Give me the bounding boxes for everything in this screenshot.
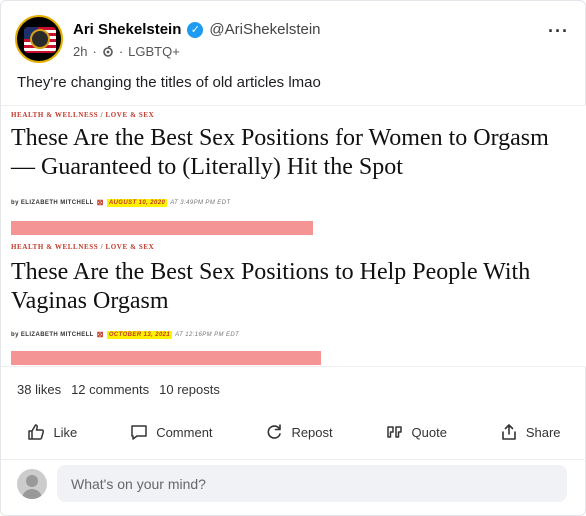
post-image[interactable]: HEALTH & WELLNESS / LOVE & SEX These Are… [1,105,586,367]
like-icon [28,424,45,440]
meta-separator: · [92,44,97,59]
author-avatar[interactable] [15,15,63,63]
repost-icon [267,424,282,439]
article-title-line: These Are the Best Sex Positions for Wom… [11,125,549,151]
article-category: HEALTH & WELLNESS / LOVE & SEX [11,243,155,251]
comment-icon [131,425,147,440]
like-button[interactable]: Like [27,423,77,441]
more-icon[interactable]: ··· [548,21,569,42]
verified-icon: ✓ [187,21,204,38]
byline-mark-icon: ⊠ [96,330,104,339]
repost-label: Repost [291,424,333,440]
like-label: Like [53,424,78,440]
share-button[interactable]: Share [500,423,561,441]
article-redaction-bar [11,221,313,235]
threads-icon [103,45,113,57]
article-category: HEALTH & WELLNESS / LOVE & SEX [11,111,155,119]
article-title: These Are the Best Sex Positions for Wom… [11,124,583,182]
post-stats: 38 likes 12 comments 10 reposts [17,382,220,397]
byline-author: by ELIZABETH MITCHELL [11,199,94,206]
byline-time: AT 12:16PM PM EDT [175,331,240,338]
byline-date-highlight: OCTOBER 13, 2021 [106,330,173,339]
byline-date-highlight: AUGUST 10, 2020 [106,198,168,207]
post-header: Ari Shekelstein ✓ @AriShekelstein 2h · ·… [15,15,571,65]
article-byline: by ELIZABETH MITCHELL ⊠ AUGUST 10, 2020 … [11,198,231,207]
composer-input[interactable] [57,465,567,502]
post-meta: 2h · · LGBTQ+ [73,44,180,59]
quote-icon [386,426,402,438]
repost-button[interactable]: Repost [265,423,333,441]
composer [1,459,586,509]
post-card: Ari Shekelstein ✓ @AriShekelstein 2h · ·… [0,0,586,516]
comments-count[interactable]: 12 comments [71,382,149,397]
author-name[interactable]: Ari Shekelstein [73,21,181,38]
article-title: These Are the Best Sex Positions to Help… [11,258,583,316]
comment-label: Comment [156,424,213,440]
article-byline: by ELIZABETH MITCHELL ⊠ OCTOBER 13, 2021… [11,330,239,339]
reposts-count[interactable]: 10 reposts [159,382,220,397]
byline-author: by ELIZABETH MITCHELL [11,331,94,338]
author-name-row: Ari Shekelstein ✓ @AriShekelstein [73,21,321,38]
author-handle[interactable]: @AriShekelstein [209,21,320,38]
comment-button[interactable]: Comment [130,423,213,441]
avatar-flag-image [24,27,56,53]
article-title-line: These Are the Best Sex Positions to Help… [11,259,531,285]
post-time: 2h [73,44,88,59]
post-text: They're changing the titles of old artic… [17,74,321,91]
avatar-placeholder-icon [17,469,47,499]
share-label: Share [525,424,561,440]
quote-button[interactable]: Quote [386,423,447,441]
byline-mark-icon: ⊠ [96,198,104,207]
quote-label: Quote [411,424,447,440]
byline-time: AT 3:49PM PM EDT [170,199,231,206]
action-bar: Like Comment Repost Quote Share [1,419,586,445]
article-redaction-bar [11,351,321,365]
share-icon [502,424,516,440]
article-title-line: Vaginas Orgasm [11,288,169,314]
community-link[interactable]: LGBTQ+ [128,44,180,59]
likes-count[interactable]: 38 likes [17,382,61,397]
article-title-line: — Guaranteed to (Literally) Hit the Spot [11,154,403,180]
meta-separator: · [118,44,124,59]
